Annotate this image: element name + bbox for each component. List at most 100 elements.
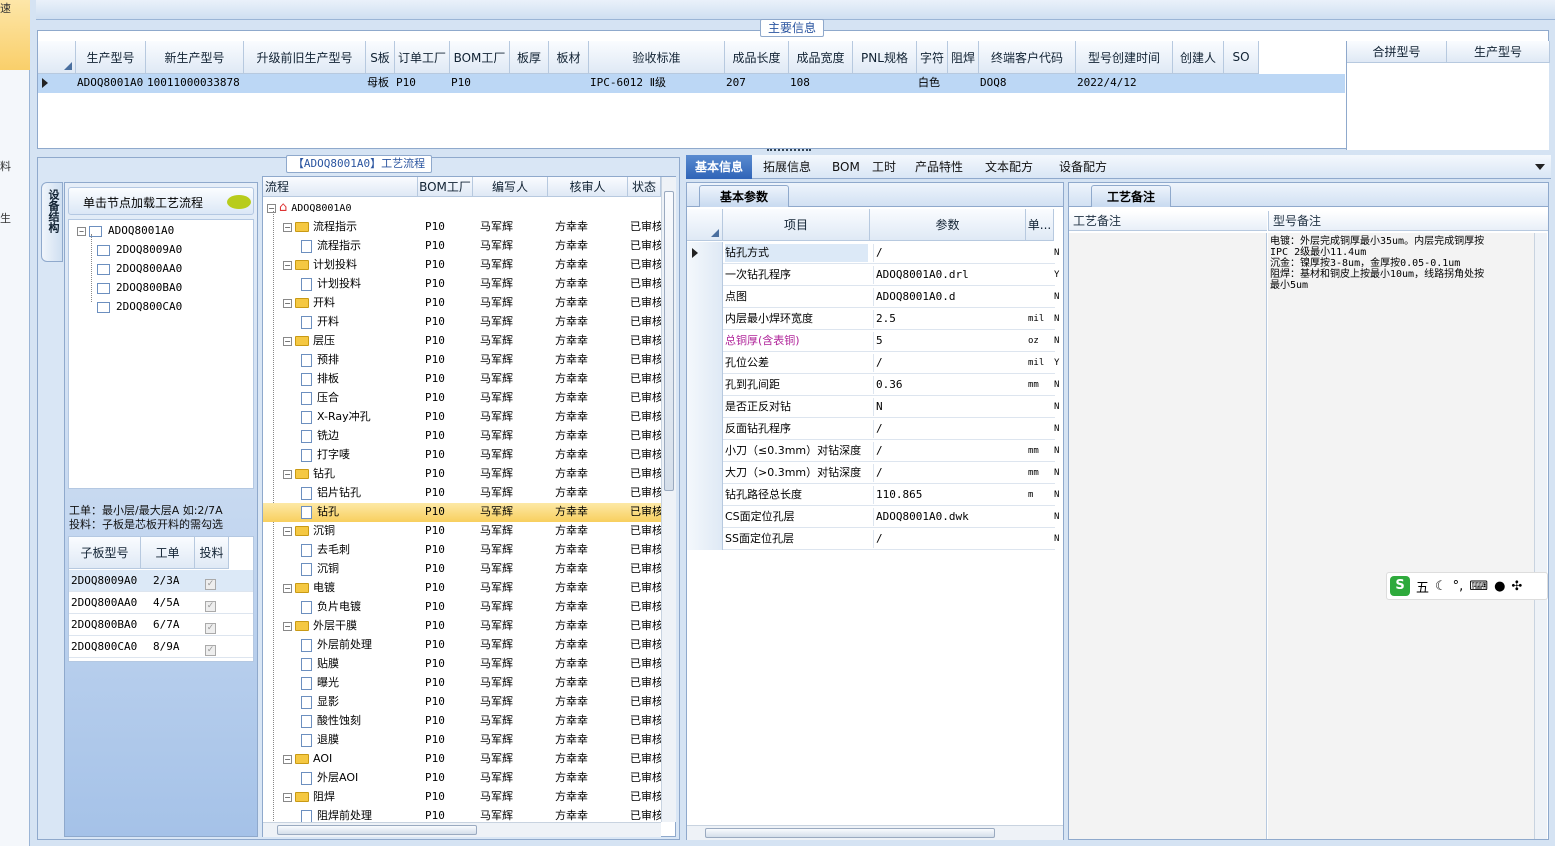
feed-checkbox[interactable]: ✓	[205, 619, 216, 634]
load-flow-button[interactable]: 单击节点加载工艺流程	[68, 187, 254, 215]
scroll-thumb[interactable]	[277, 825, 477, 835]
feed-checkbox[interactable]: ✓	[205, 641, 216, 656]
flow-row[interactable]: 压合 P10 马军辉 方幸幸 已审核	[263, 389, 661, 408]
row-header[interactable]	[687, 506, 723, 528]
grid-icon[interactable]: ✣	[1511, 579, 1522, 594]
flow-row[interactable]: 打字唛 P10 马军辉 方幸幸 已审核	[263, 446, 661, 465]
grid-corner[interactable]	[687, 209, 723, 241]
row-header[interactable]	[687, 396, 723, 418]
param-value[interactable]: 110.865	[873, 486, 1023, 504]
flow-row[interactable]: − AOI P10 马军辉 方幸幸 已审核	[263, 750, 661, 769]
collapse-icon[interactable]: −	[283, 792, 292, 802]
left-nav-item[interactable]: 生	[0, 210, 11, 226]
row-header[interactable]	[687, 528, 723, 550]
collapse-icon[interactable]: −	[283, 260, 292, 270]
param-row[interactable]: 点图 ADOQ8001A0.d N	[687, 286, 1059, 308]
flow-row[interactable]: 去毛刺 P10 马军辉 方幸幸 已审核	[263, 541, 661, 560]
collapse-icon[interactable]: −	[283, 526, 292, 536]
scroll-thumb[interactable]	[664, 191, 674, 491]
feed-checkbox[interactable]: ✓	[205, 597, 216, 612]
main-info-row[interactable]: ADOQ8001A0 10011000033878 母板 P10 P10 IPC-6012…	[38, 74, 1345, 93]
main-col-header[interactable]: 型号创建时间	[1076, 41, 1173, 74]
main-cell[interactable]: 207	[726, 74, 788, 92]
flow-row[interactable]: − 外层干膜 P10 马军辉 方幸幸 已审核	[263, 617, 661, 636]
remarks-subtab[interactable]: 工艺备注	[1091, 185, 1171, 207]
flow-row[interactable]: − 计划投料 P10 马军辉 方幸幸 已审核	[263, 256, 661, 275]
flow-row[interactable]: − 沉铜 P10 马军辉 方幸幸 已审核	[263, 522, 661, 541]
moon-icon[interactable]: ☾	[1435, 579, 1447, 594]
flow-col-header[interactable]: 编写人	[473, 177, 548, 197]
flow-col-header[interactable]: 流程	[263, 177, 418, 197]
detail-tab[interactable]: 工时	[866, 155, 902, 179]
collapse-icon[interactable]: −	[283, 222, 292, 232]
collapse-icon[interactable]: −	[267, 203, 276, 213]
main-col-header[interactable]: 创建人	[1173, 41, 1224, 74]
detail-tab[interactable]: 设备配方	[1048, 155, 1118, 179]
flow-row[interactable]: 酸性蚀刻 P10 马军辉 方幸幸 已审核	[263, 712, 661, 731]
col-side-prod-model[interactable]: 生产型号	[1447, 41, 1550, 63]
flow-row[interactable]: − 流程指示 P10 马军辉 方幸幸 已审核	[263, 218, 661, 237]
param-value[interactable]: /	[873, 530, 1023, 548]
row-header[interactable]	[687, 242, 723, 264]
main-col-header[interactable]: 生产型号	[76, 41, 146, 74]
param-value[interactable]: /	[873, 354, 1023, 372]
feed-checkbox[interactable]: ✓	[205, 575, 216, 590]
flow-hscroll[interactable]	[263, 822, 661, 837]
param-value[interactable]: 2.5	[873, 310, 1023, 328]
main-col-header[interactable]: 终端客户代码	[979, 41, 1076, 74]
col-param[interactable]: 参数	[870, 209, 1026, 241]
detail-tab[interactable]: 产品特性	[906, 155, 972, 179]
param-row[interactable]: 一次钻孔程序 ADOQ8001A0.drl Y	[687, 264, 1059, 286]
flow-row[interactable]: 外层AOI P10 马军辉 方幸幸 已审核	[263, 769, 661, 788]
main-col-header[interactable]: 新生产型号	[146, 41, 244, 74]
main-cell[interactable]: 10011000033878	[147, 74, 243, 92]
collapse-icon[interactable]: −	[283, 754, 292, 764]
row-header[interactable]	[687, 462, 723, 484]
main-col-header[interactable]: 订单工厂	[395, 41, 450, 74]
main-col-header[interactable]: 成品宽度	[789, 41, 853, 74]
main-col-header[interactable]: 验收标准	[589, 41, 725, 74]
left-nav-active[interactable]: 速	[0, 0, 30, 70]
tab-dropdown-icon[interactable]	[1535, 164, 1545, 170]
device-structure-tab[interactable]: 设备结构	[41, 182, 63, 262]
flow-col-header[interactable]: BOM工厂	[418, 177, 473, 197]
row-header[interactable]	[687, 264, 723, 286]
col-sub-order[interactable]: 工单	[141, 537, 195, 569]
flow-row[interactable]: 排板 P10 马军辉 方幸幸 已审核	[263, 370, 661, 389]
sub-board-row[interactable]: 2DOQ800CA0 8/9A ✓	[69, 636, 253, 658]
flow-row[interactable]: 退膜 P10 马军辉 方幸幸 已审核	[263, 731, 661, 750]
sub-board-row[interactable]: 2DOQ800AA0 4/5A ✓	[69, 592, 253, 614]
collapse-icon[interactable]: −	[283, 621, 292, 631]
detail-tab[interactable]: 基本信息	[686, 155, 752, 179]
flow-row[interactable]: 外层前处理 P10 马军辉 方幸幸 已审核	[263, 636, 661, 655]
collapse-icon[interactable]: −	[283, 336, 292, 346]
row-header[interactable]	[687, 308, 723, 330]
param-value[interactable]: /	[873, 464, 1023, 482]
flow-col-header[interactable]: 状态	[628, 177, 661, 197]
col-process-remark[interactable]: 工艺备注	[1069, 211, 1267, 231]
process-remark-text[interactable]	[1069, 233, 1267, 839]
flow-row[interactable]: 流程指示 P10 马军辉 方幸幸 已审核	[263, 237, 661, 256]
col-item[interactable]: 项目	[723, 209, 870, 241]
basic-subtab[interactable]: 基本参数	[699, 185, 789, 207]
main-cell[interactable]: P10	[451, 74, 509, 92]
param-row[interactable]: 小刀（≤0.3mm）对钻深度 / mm N	[687, 440, 1059, 462]
col-merge-model[interactable]: 合拼型号	[1347, 41, 1447, 63]
main-col-header[interactable]: PNL规格	[853, 41, 917, 74]
splitter-grip[interactable]	[767, 149, 811, 153]
main-cell[interactable]: 2022/4/12	[1077, 74, 1172, 92]
flow-row[interactable]: 贴膜 P10 马军辉 方幸幸 已审核	[263, 655, 661, 674]
param-value[interactable]: ADOQ8001A0.d	[873, 288, 1023, 306]
param-value[interactable]: ADOQ8001A0.dwk	[873, 508, 1023, 526]
tree-child[interactable]: 2DOQ8009A0	[97, 241, 182, 259]
main-col-header[interactable]: SO	[1224, 41, 1259, 74]
grid-corner[interactable]	[38, 41, 76, 74]
param-value[interactable]: /	[873, 244, 1023, 262]
param-row[interactable]: CS面定位孔层 ADOQ8001A0.dwk N	[687, 506, 1059, 528]
collapse-icon[interactable]: −	[77, 226, 86, 236]
param-row[interactable]: 孔到孔间距 0.36 mm N	[687, 374, 1059, 396]
col-sub-model[interactable]: 子板型号	[69, 537, 141, 569]
main-cell[interactable]: IPC-6012 Ⅱ级	[590, 74, 724, 92]
flow-row[interactable]: 铣边 P10 马军辉 方幸幸 已审核	[263, 427, 661, 446]
tree-child[interactable]: 2DOQ800CA0	[97, 298, 182, 316]
